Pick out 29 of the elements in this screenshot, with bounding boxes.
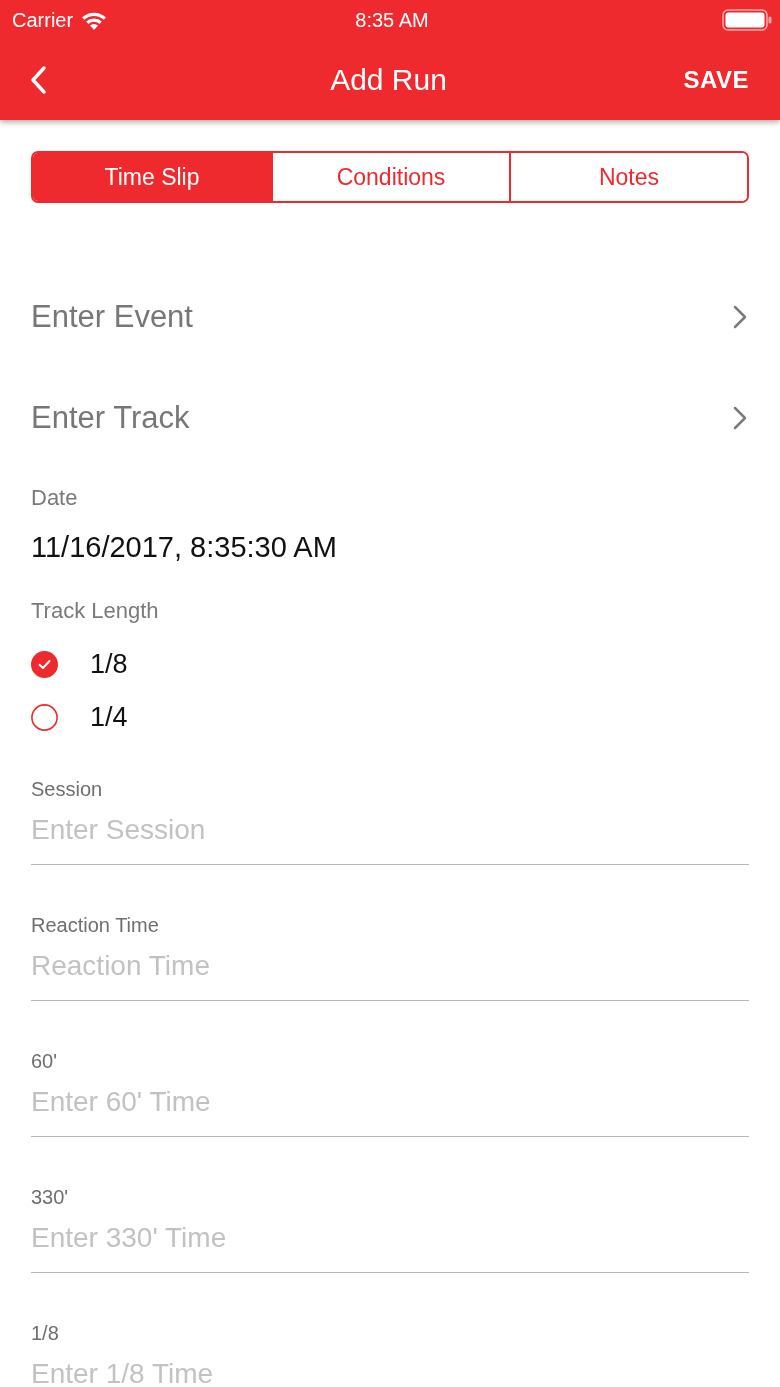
- save-button[interactable]: SAVE: [683, 66, 749, 94]
- input-field[interactable]: Reaction Time: [31, 941, 749, 1001]
- chevron-right-icon: [733, 304, 747, 329]
- input-field[interactable]: Enter Session: [31, 805, 749, 865]
- radio-unchecked-icon[interactable]: [31, 704, 58, 731]
- field-label: Reaction Time: [31, 913, 159, 937]
- carrier-label: Carrier: [12, 8, 74, 32]
- clock-label: 8:35 AM: [355, 8, 429, 32]
- radio-option-label[interactable]: 1/4: [90, 702, 128, 733]
- segment-tab[interactable]: Notes: [509, 153, 747, 201]
- field-label: Session: [31, 777, 103, 801]
- screen-title: Add Run: [330, 63, 447, 97]
- picker-row[interactable]: Enter Track: [31, 367, 749, 468]
- input-field[interactable]: Enter 60' Time: [31, 1077, 749, 1137]
- input-field[interactable]: Enter 1/8 Time: [31, 1349, 749, 1387]
- field-label: 1/8: [31, 1321, 59, 1345]
- field-label: 60': [31, 1049, 58, 1073]
- radio-checked-icon[interactable]: [31, 651, 58, 678]
- field-label: 330': [31, 1185, 69, 1209]
- picker-row[interactable]: Enter Event: [31, 266, 749, 367]
- radio-option-label[interactable]: 1/8: [90, 649, 128, 680]
- date-label: Date: [31, 484, 79, 512]
- input-field[interactable]: Enter 330' Time: [31, 1213, 749, 1273]
- track-length-label: Track Length: [31, 597, 160, 625]
- chevron-right-icon: [733, 405, 747, 430]
- date-value[interactable]: 11/16/2017, 8:35:30 AM: [31, 527, 749, 567]
- segment-tab[interactable]: Time Slip: [33, 153, 271, 201]
- wifi-icon: [81, 10, 108, 30]
- battery-icon: [722, 9, 772, 31]
